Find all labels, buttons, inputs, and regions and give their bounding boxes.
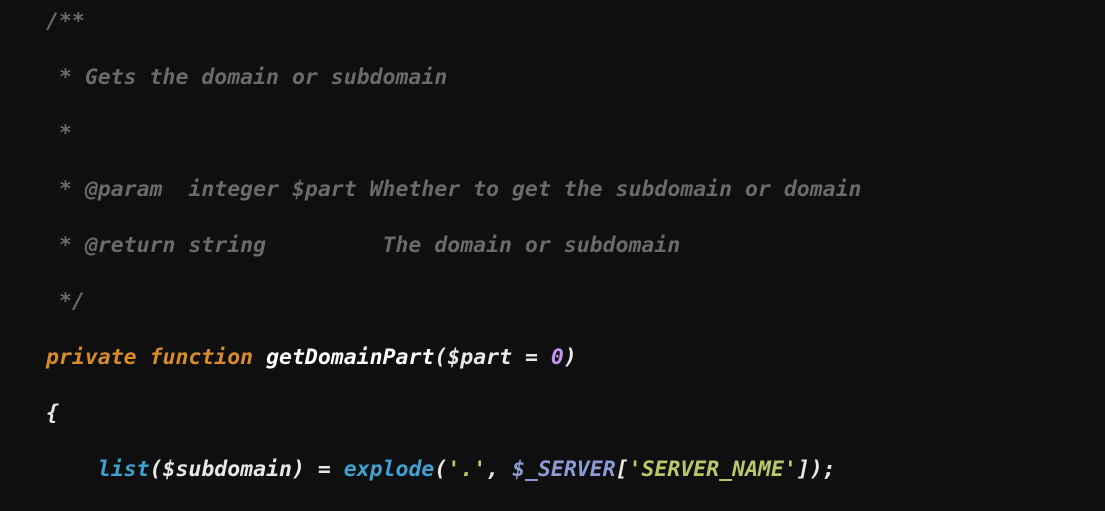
string-dot: '.' — [447, 457, 486, 482]
docblock-line: * Gets the domain or subdomain — [46, 65, 447, 90]
docblock-line: * @param integer $part Whether to get th… — [46, 177, 861, 202]
function-name: getDomainPart — [266, 345, 434, 370]
code-block: /** * Gets the domain or subdomain * * @… — [0, 0, 1105, 511]
docblock-line: * — [46, 121, 72, 146]
docblock-line: * @return string The domain or subdomain — [46, 233, 680, 258]
docblock-line: /** — [46, 9, 85, 34]
string-servername: 'SERVER_NAME' — [629, 457, 797, 482]
literal-zero: 0 — [551, 345, 564, 370]
brace-open: { — [46, 401, 59, 426]
param-part: $part — [447, 345, 512, 370]
keyword-function: function — [150, 345, 254, 370]
keyword-private: private — [46, 345, 137, 370]
call-list: list — [98, 457, 150, 482]
docblock-line: */ — [46, 289, 85, 314]
var-subdomain: $subdomain — [163, 457, 292, 482]
call-explode: explode — [344, 457, 435, 482]
superglobal-server: $_SERVER — [512, 457, 616, 482]
